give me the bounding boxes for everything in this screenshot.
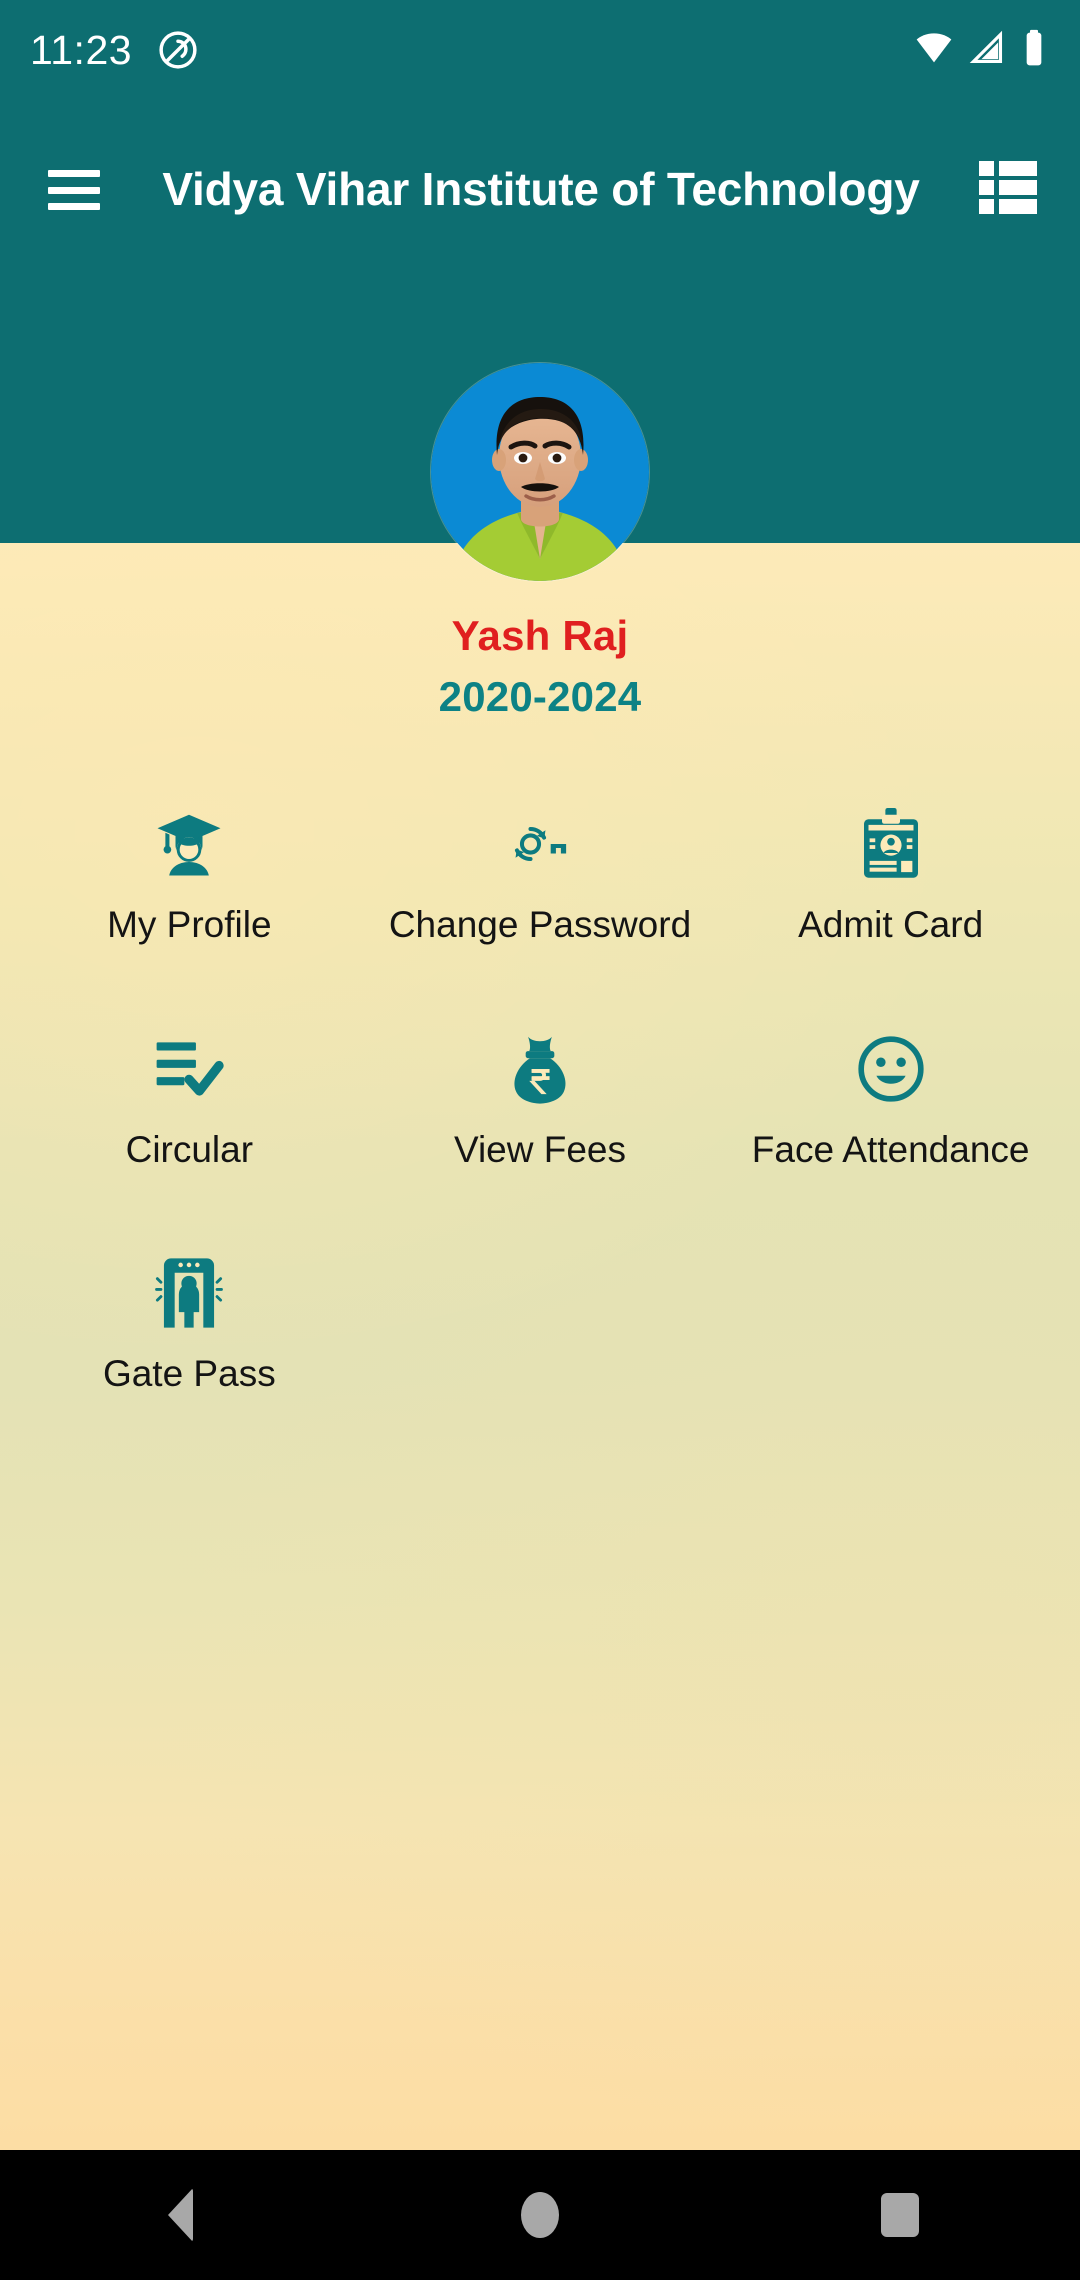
menu-item-label: Circular — [125, 1128, 254, 1170]
profile-identity: Yash Raj 2020-2024 — [0, 610, 1080, 725]
recents-button[interactable] — [810, 2150, 990, 2280]
page-title: Vidya Vihar Institute of Technology — [162, 163, 920, 216]
menu-item-face-attendance[interactable]: Face Attendance — [715, 1015, 1066, 1172]
menu-item-circular[interactable]: Circular — [14, 1015, 365, 1172]
id-card-icon — [845, 798, 937, 890]
dnd-icon — [156, 28, 200, 72]
app-bar-row: Vidya Vihar Institute of Technology — [0, 100, 1080, 280]
menu-item-label: Face Attendance — [751, 1128, 1030, 1170]
menu-item-label: Change Password — [388, 904, 692, 945]
list-check-icon — [143, 1023, 235, 1115]
status-bar-indicators — [914, 28, 1052, 73]
app-screen: 11:23 Vidya Vihar Institute of Technolog… — [0, 0, 1080, 2280]
cellular-signal-icon — [968, 29, 1006, 72]
home-button[interactable] — [450, 2150, 630, 2280]
menu-item-label: Gate Pass — [102, 1353, 276, 1395]
back-button[interactable] — [90, 2150, 270, 2280]
menu-grid: My Profile Change Password Admit Card Ci… — [0, 790, 1080, 1464]
menu-item-change-password[interactable]: Change Password — [365, 790, 716, 947]
status-bar: 11:23 — [0, 0, 1080, 100]
android-navigation-bar — [0, 2150, 1080, 2280]
hamburger-menu-button[interactable] — [20, 136, 128, 244]
graduate-student-icon — [143, 798, 235, 890]
key-refresh-icon — [494, 798, 586, 890]
security-gate-icon — [143, 1247, 235, 1339]
user-name: Yash Raj — [451, 612, 629, 659]
menu-item-my-profile[interactable]: My Profile — [14, 790, 365, 947]
rupee-money-bag-icon — [494, 1023, 586, 1115]
battery-icon — [1020, 28, 1048, 73]
menu-item-gate-pass[interactable]: Gate Pass — [14, 1239, 365, 1396]
menu-item-label: View Fees — [453, 1128, 627, 1170]
smiley-face-icon — [845, 1023, 937, 1115]
hamburger-menu-icon — [48, 170, 100, 210]
home-circle-icon — [521, 2192, 559, 2238]
menu-item-view-fees[interactable]: View Fees — [365, 1015, 716, 1172]
back-triangle-icon — [167, 2188, 193, 2242]
wifi-icon — [914, 28, 954, 73]
list-view-icon — [977, 159, 1039, 222]
user-avatar-photo — [431, 363, 649, 581]
recents-square-icon — [881, 2193, 919, 2237]
list-view-button[interactable] — [954, 136, 1062, 244]
menu-item-label: Admit Card — [798, 904, 984, 945]
status-bar-clock: 11:23 — [30, 26, 133, 73]
avatar[interactable] — [431, 363, 649, 581]
menu-item-admit-card[interactable]: Admit Card — [715, 790, 1066, 947]
menu-item-label: My Profile — [107, 904, 272, 945]
user-session: 2020-2024 — [438, 672, 642, 720]
